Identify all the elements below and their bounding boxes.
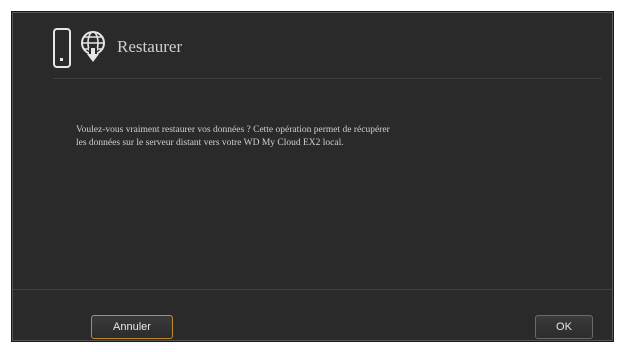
footer-divider xyxy=(13,289,612,290)
restore-dialog: Restaurer Voulez-vous vraiment restaurer… xyxy=(12,12,613,341)
device-led xyxy=(60,58,63,61)
ok-button[interactable]: OK xyxy=(535,315,593,339)
dialog-header: Restaurer xyxy=(13,13,612,83)
dialog-title: Restaurer xyxy=(117,37,183,56)
header-divider xyxy=(53,78,602,79)
message-line-1: Voulez-vous vraiment restaurer vos donné… xyxy=(76,125,390,135)
message-line-2: les données sur le serveur distant vers … xyxy=(76,138,344,148)
nas-device-icon xyxy=(53,28,71,68)
cancel-button[interactable]: Annuler xyxy=(91,315,173,339)
globe-download-icon xyxy=(81,31,105,62)
dialog-message: Voulez-vous vraiment restaurer vos donné… xyxy=(76,124,536,150)
